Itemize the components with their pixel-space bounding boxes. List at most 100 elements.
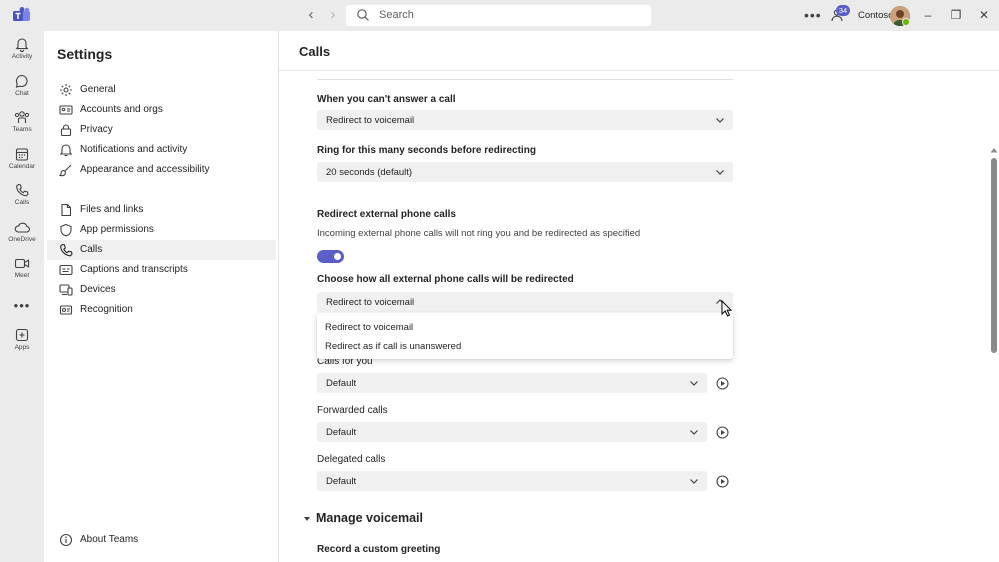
settings-item-accounts[interactable]: Accounts and orgs [47, 100, 276, 120]
cloud-icon [14, 222, 30, 233]
dropdown-value: Redirect to voicemail [326, 297, 415, 308]
rail-more-button[interactable]: ••• [0, 297, 44, 313]
scrollbar-thumb[interactable] [991, 158, 997, 353]
teams-icon [14, 111, 30, 123]
settings-item-label: App permissions [80, 224, 154, 235]
settings-item-label: Notifications and activity [80, 144, 188, 155]
shield-icon [60, 223, 72, 237]
devices-icon [59, 284, 73, 296]
delegated-calls-label: Delegated calls [317, 454, 386, 465]
settings-item-label: Recognition [80, 304, 133, 315]
section-divider [317, 79, 733, 80]
delegated-calls-dropdown[interactable]: Default [317, 471, 707, 491]
redirect-external-description: Incoming external phone calls will not r… [317, 228, 641, 239]
forwarded-calls-label: Forwarded calls [317, 405, 388, 416]
rail-item-teams[interactable]: Teams [0, 110, 44, 146]
cant-answer-dropdown[interactable]: Redirect to voicemail [317, 110, 733, 130]
settings-item-label: Privacy [80, 124, 113, 135]
apps-icon [15, 328, 29, 342]
calendar-icon [15, 148, 29, 161]
rail-label: Chat [15, 90, 29, 97]
settings-item-label: Files and links [80, 204, 144, 215]
presence-status-icon [902, 18, 910, 26]
about-teams-item[interactable]: About Teams [47, 530, 276, 550]
chat-icon [15, 74, 28, 88]
settings-item-general[interactable]: General [47, 80, 276, 100]
org-name[interactable]: Contoso [858, 10, 893, 21]
chevron-down-icon [716, 170, 724, 175]
maximize-icon[interactable]: ❐ [949, 8, 963, 22]
settings-item-label: Captions and transcripts [80, 264, 188, 275]
choose-redirect-label: Choose how all external phone calls will… [317, 274, 574, 285]
ring-seconds-dropdown[interactable]: 20 seconds (default) [317, 162, 733, 182]
lock-icon [60, 124, 72, 137]
ring-seconds-label: Ring for this many seconds before redire… [317, 145, 536, 156]
rail-label: Calendar [8, 163, 36, 170]
rail-item-chat[interactable]: Chat [0, 74, 44, 110]
bell-icon [15, 38, 29, 52]
more-options-icon[interactable]: ••• [804, 6, 821, 24]
settings-item-app-permissions[interactable]: App permissions [47, 220, 276, 240]
accounts-icon [59, 105, 73, 115]
back-arrow-icon[interactable]: ‹ [303, 7, 319, 23]
play-icon[interactable] [716, 426, 729, 439]
dropdown-value: Default [326, 427, 357, 438]
app-rail: Activity Chat Teams Calendar Calls OneDr… [0, 31, 44, 562]
phone-icon [60, 243, 73, 257]
redirect-external-label: Redirect external phone calls [317, 209, 456, 220]
settings-item-recognition[interactable]: Recognition [47, 300, 276, 320]
rail-item-calendar[interactable]: Calendar [0, 147, 44, 183]
choose-redirect-dropdown[interactable]: Redirect to voicemail [317, 292, 733, 312]
redirect-option-voicemail[interactable]: Redirect to voicemail [317, 318, 733, 337]
rail-label: Teams [12, 126, 32, 133]
settings-item-captions[interactable]: Captions and transcripts [47, 260, 276, 280]
settings-title: Settings [57, 46, 113, 62]
file-icon [61, 203, 72, 217]
calls-settings-pane: Calls When you can't answer a call Redir… [279, 31, 999, 562]
rail-label: Calls [14, 199, 30, 206]
close-icon[interactable]: ✕ [977, 8, 991, 22]
rail-item-apps[interactable]: Apps [0, 328, 44, 364]
bell-icon [59, 144, 73, 157]
settings-item-privacy[interactable]: Privacy [47, 120, 276, 140]
rail-item-meet[interactable]: Meet [0, 256, 44, 292]
settings-item-calls[interactable]: Calls [47, 240, 276, 260]
rail-label: Activity [11, 53, 33, 60]
search-placeholder: Search [379, 9, 414, 21]
cant-answer-label: When you can't answer a call [317, 94, 456, 105]
recognition-icon [59, 305, 73, 315]
redirect-options-menu: Redirect to voicemail Redirect as if cal… [317, 313, 733, 359]
rail-item-onedrive[interactable]: OneDrive [0, 220, 44, 256]
teams-logo-icon [13, 7, 30, 21]
settings-item-label: Accounts and orgs [80, 104, 163, 115]
calls-for-you-dropdown[interactable]: Default [317, 373, 707, 393]
redirect-option-unanswered[interactable]: Redirect as if call is unanswered [317, 337, 733, 356]
custom-greeting-label: Record a custom greeting [317, 544, 441, 555]
chevron-down-icon [690, 479, 698, 484]
search-input[interactable]: Search [346, 5, 651, 26]
title-bar: ‹ › Search ••• 34 Contoso – ❐ ✕ [0, 0, 999, 31]
minimize-icon[interactable]: – [921, 8, 935, 22]
rail-item-activity[interactable]: Activity [0, 37, 44, 73]
rail-label: OneDrive [8, 236, 36, 243]
dropdown-value: Redirect to voicemail [326, 115, 415, 126]
settings-item-label: Devices [80, 284, 116, 295]
notification-badge: 34 [836, 5, 850, 16]
gear-icon [60, 84, 72, 96]
settings-item-devices[interactable]: Devices [47, 280, 276, 300]
settings-item-notifications[interactable]: Notifications and activity [47, 140, 276, 160]
play-icon[interactable] [716, 475, 729, 488]
settings-item-appearance[interactable]: Appearance and accessibility [47, 160, 276, 180]
play-icon[interactable] [716, 377, 729, 390]
captions-icon [59, 264, 73, 276]
scroll-up-arrow-icon[interactable] [990, 147, 998, 153]
dropdown-value: Default [326, 476, 357, 487]
settings-item-files[interactable]: Files and links [47, 200, 276, 220]
forwarded-calls-dropdown[interactable]: Default [317, 422, 707, 442]
info-icon [59, 533, 73, 547]
redirect-external-toggle[interactable] [317, 250, 344, 263]
chevron-down-icon [690, 430, 698, 435]
forward-arrow-icon[interactable]: › [325, 7, 341, 23]
collapse-caret-icon[interactable] [303, 515, 311, 523]
rail-item-calls[interactable]: Calls [0, 183, 44, 219]
